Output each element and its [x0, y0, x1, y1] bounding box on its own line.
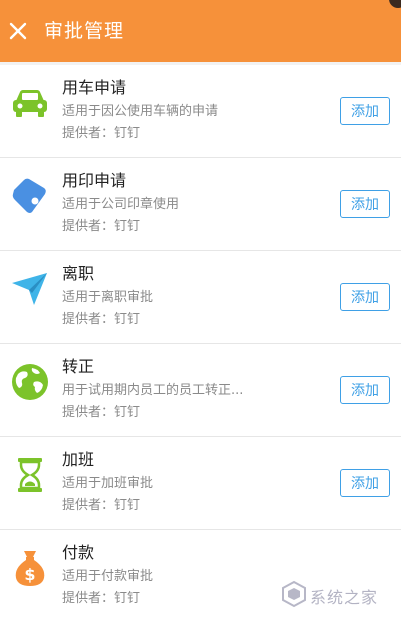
corner-dot [389, 0, 401, 8]
item-provider: 提供者：钉钉 [62, 126, 141, 141]
item-description: 适用于离职审批 [62, 290, 154, 305]
list-item[interactable]: $ 付款 适用于付款审批 提供者：钉钉 [0, 530, 401, 622]
globe-icon [12, 364, 48, 400]
app-header: 审批管理 [0, 0, 401, 62]
item-provider: 提供者：钉钉 [62, 591, 141, 606]
item-name: 付款 [62, 543, 95, 562]
money-bag-icon: $ [15, 551, 45, 586]
item-provider: 提供者：钉钉 [62, 219, 141, 234]
list-item[interactable]: 用印申请 适用于公司印章使用 提供者：钉钉 添加 [0, 158, 401, 251]
item-name: 用车申请 [62, 78, 127, 97]
item-name: 用印申请 [62, 171, 127, 190]
item-description: 适用于因公使用车辆的申请 [62, 104, 219, 119]
list-item[interactable]: 转正 用于试用期内员工的员工转正... 提供者：钉钉 添加 [0, 344, 401, 437]
item-name: 加班 [62, 450, 95, 469]
item-description: 适用于加班审批 [62, 476, 154, 491]
watermark-logo-icon [282, 580, 306, 608]
list-item[interactable]: 用车申请 适用于因公使用车辆的申请 提供者：钉钉 添加 [0, 65, 401, 158]
item-description: 适用于付款审批 [62, 569, 154, 584]
item-provider: 提供者：钉钉 [62, 405, 141, 420]
add-button[interactable]: 添加 [340, 376, 390, 404]
add-button[interactable]: 添加 [340, 469, 390, 497]
add-button[interactable]: 添加 [340, 97, 390, 125]
svg-text:$: $ [24, 565, 35, 584]
page-title: 审批管理 [44, 20, 125, 42]
item-description: 用于试用期内员工的员工转正... [62, 383, 244, 398]
list-item[interactable]: 加班 适用于加班审批 提供者：钉钉 添加 [0, 437, 401, 530]
car-icon [13, 90, 47, 117]
hourglass-icon [18, 458, 42, 492]
close-icon[interactable] [8, 21, 28, 41]
watermark: 系统之家 [280, 580, 398, 608]
add-button[interactable]: 添加 [340, 190, 390, 218]
list-item[interactable]: 离职 适用于离职审批 提供者：钉钉 添加 [0, 251, 401, 344]
approval-list: 用车申请 适用于因公使用车辆的申请 提供者：钉钉 添加 用印申请 适用于公司印章… [0, 65, 401, 622]
watermark-text: 系统之家 [310, 588, 379, 607]
item-name: 离职 [62, 264, 95, 283]
add-button[interactable]: 添加 [340, 283, 390, 311]
item-name: 转正 [62, 357, 95, 376]
paper-plane-icon [12, 273, 47, 305]
item-provider: 提供者：钉钉 [62, 312, 141, 327]
tag-icon [12, 178, 46, 213]
item-provider: 提供者：钉钉 [62, 498, 141, 513]
item-description: 适用于公司印章使用 [62, 197, 180, 212]
